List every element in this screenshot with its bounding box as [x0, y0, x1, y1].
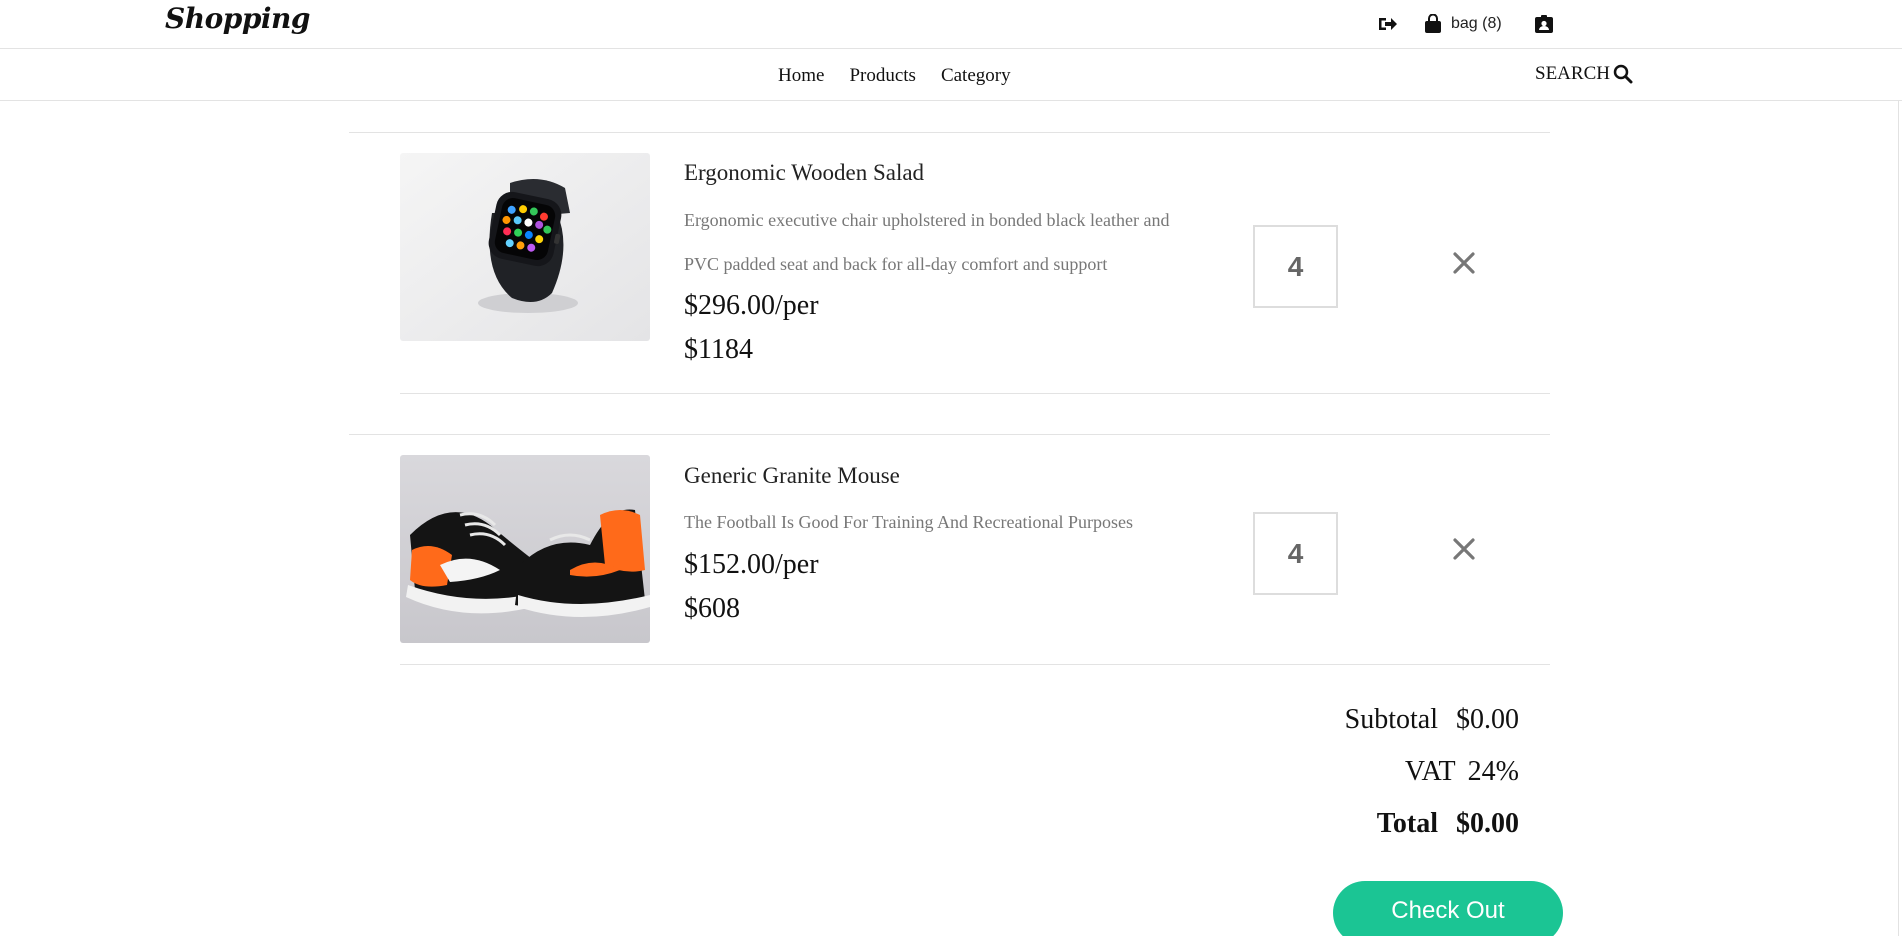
top-header: Shopping bag (8) [0, 0, 1902, 49]
product-description: Ergonomic executive chair upholstered in… [684, 210, 1170, 274]
item-divider [400, 393, 1550, 394]
main-nav: Home Products Category SEARCH [0, 49, 1902, 101]
total-label: Total [1376, 808, 1438, 839]
id-badge-icon [1534, 14, 1554, 34]
product-line-total: $1184 [684, 334, 753, 365]
checkout-button[interactable]: Check Out [1333, 881, 1563, 936]
vat-label: VAT [1404, 756, 1456, 787]
subtotal-value: $0.00 [1456, 704, 1519, 735]
product-unit-price: $152.00/per [684, 549, 819, 580]
sign-out-icon[interactable] [1378, 15, 1398, 33]
item-divider [349, 434, 1550, 435]
product-image-sneakers[interactable] [400, 455, 650, 643]
product-image-smartwatch[interactable] [400, 153, 650, 341]
bag-link[interactable]: bag (8) [1424, 11, 1502, 37]
account-link[interactable] [1534, 11, 1554, 37]
subtotal-label: Subtotal [1344, 704, 1438, 735]
header-actions [1378, 11, 1398, 37]
quantity-input[interactable]: 4 [1253, 512, 1338, 595]
total-value: $0.00 [1456, 808, 1519, 839]
quantity-input[interactable]: 4 [1253, 225, 1338, 308]
search-icon [1613, 64, 1633, 84]
bag-count-label: bag (8) [1451, 15, 1502, 32]
subtotal-row: Subtotal $0.00 [1345, 704, 1519, 736]
logo[interactable]: Shopping [165, 2, 310, 35]
item-divider [349, 132, 1550, 133]
nav-category-link[interactable]: Category [941, 65, 1011, 87]
product-line-total: $608 [684, 593, 740, 624]
close-icon[interactable] [1452, 537, 1476, 561]
close-icon[interactable] [1452, 251, 1476, 275]
product-name[interactable]: Ergonomic Wooden Salad [684, 160, 924, 186]
vat-value: 24% [1467, 756, 1519, 787]
item-divider [400, 664, 1550, 665]
product-name[interactable]: Generic Granite Mouse [684, 463, 900, 489]
vat-row: VAT 24% [1405, 756, 1519, 788]
search-label: SEARCH [1535, 63, 1610, 84]
nav-products-link[interactable]: Products [849, 65, 916, 87]
page-scrollbar-track[interactable] [1898, 101, 1899, 936]
product-unit-price: $296.00/per [684, 290, 819, 321]
shopping-bag-icon [1424, 14, 1442, 34]
product-description: The Football Is Good For Training And Re… [684, 512, 1133, 532]
total-row: Total $0.00 [1377, 808, 1519, 840]
nav-links: Home Products Category [778, 65, 1011, 87]
nav-home-link[interactable]: Home [778, 65, 824, 87]
search-button[interactable]: SEARCH [1535, 63, 1633, 85]
